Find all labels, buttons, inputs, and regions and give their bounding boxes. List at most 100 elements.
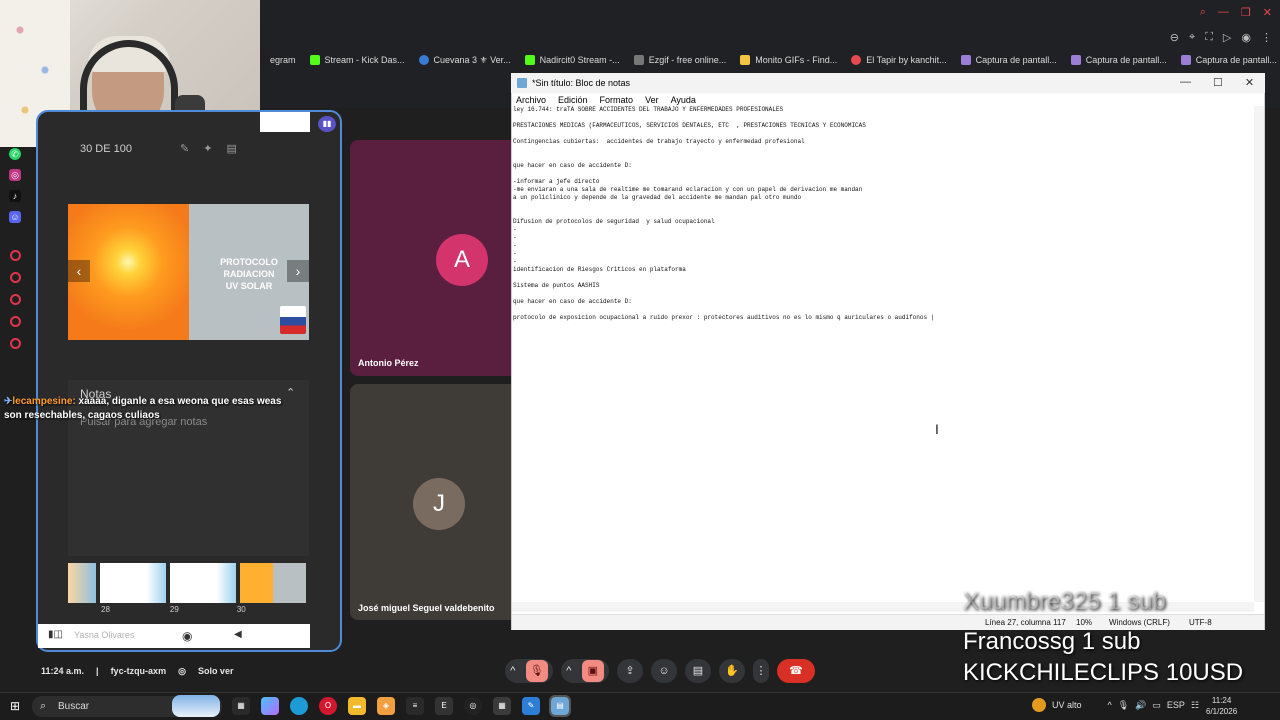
weather-icon[interactable] [1032, 698, 1046, 712]
weather-text[interactable]: UV alto [1052, 700, 1082, 710]
pin-icon[interactable]: ⌖ [1189, 31, 1195, 44]
bookmark-item[interactable]: Nadircit0 Stream -... [524, 55, 620, 65]
meet-audio-icon[interactable]: ▮▮ [318, 116, 336, 132]
text-line: Contingencias cubiertas: accidentes de t… [513, 138, 805, 145]
chevron-up-icon[interactable]: ^ [566, 659, 571, 683]
fullscreen-icon[interactable]: ⛶ [1205, 31, 1213, 44]
text-line: - [513, 226, 517, 233]
edge-icon[interactable] [290, 697, 308, 715]
browser-toolbar[interactable]: ⊖ ⌖ ⛶ ▷ ◉ ⋮ [1170, 31, 1272, 44]
mic-control[interactable]: ^ 🎙 [505, 659, 553, 683]
menu-formato[interactable]: Formato [600, 95, 634, 105]
menu-ayuda[interactable]: Ayuda [671, 95, 696, 105]
phone-status-bar [260, 112, 310, 132]
sidebar-app-icons [4, 250, 26, 349]
network-icon[interactable]: ☷ [1191, 700, 1199, 711]
play-circle-icon[interactable]: ◉ [1241, 31, 1251, 44]
bookmark-item[interactable]: Cuevana 3 ⚜ Ver... [418, 55, 511, 66]
stream-overlay: Xuumbre325 1 sub Francossg 1 sub KICKCHI… [963, 588, 1243, 688]
previous-slide-button[interactable]: ‹ [68, 260, 90, 282]
taskbar-clock[interactable]: 11:24 6/1/2026 [1206, 695, 1237, 717]
slide-preview[interactable]: PROTOCOLO RADIACION UV SOLAR [68, 204, 309, 340]
chevron-up-icon[interactable]: ^ [510, 659, 515, 683]
back-button-icon[interactable]: ◀ [234, 629, 242, 640]
close-button[interactable]: ✕ [1245, 76, 1254, 89]
maximize-button[interactable]: ☐ [1213, 76, 1223, 89]
slide-thumbnail[interactable]: 29 [170, 563, 236, 614]
mic-icon[interactable]: 🎙 [1118, 700, 1129, 711]
tiktok-icon[interactable]: ♪ [9, 190, 21, 202]
bookmark-item[interactable]: Captura de pantall... [960, 55, 1057, 65]
chevron-up-icon[interactable]: ^ [1108, 700, 1112, 710]
calendar-icon[interactable]: ▦ [493, 697, 511, 715]
text-line: a un policlinico y depende de la graveda… [513, 194, 802, 201]
menu-edicion[interactable]: Edición [558, 95, 588, 105]
bookmark-item[interactable]: Ezgif - free online... [633, 55, 726, 65]
notepad-app-icon[interactable]: ▤ [549, 695, 571, 717]
minimize-button[interactable]: — [1180, 76, 1191, 89]
steam-icon[interactable]: ◎ [464, 697, 482, 715]
paint-icon[interactable]: ✎ [522, 697, 540, 715]
camera-off-icon[interactable]: ▣ [581, 660, 604, 682]
present-screen-icon[interactable]: ⇪ [617, 659, 643, 683]
mic-off-icon[interactable]: 🎙 [525, 660, 548, 682]
bookmark-item[interactable]: egram [255, 55, 296, 65]
whatsapp-icon[interactable]: ✆ [9, 148, 21, 160]
vertical-scrollbar[interactable] [1254, 106, 1264, 602]
clock-icon[interactable] [9, 272, 21, 283]
bookmark-item[interactable]: Captura de pantall... [1180, 55, 1277, 65]
laser-icon[interactable]: ✦ [203, 143, 226, 155]
slide-thumbnail-selected[interactable]: 30 [240, 563, 306, 614]
notepad-text-area[interactable]: ley 16.744: traTA SOBRE ACCIDENTES DEL T… [513, 106, 1253, 322]
overlay-ghost-line: Xuumbre325 1 sub [963, 588, 1166, 615]
copilot-icon[interactable] [261, 697, 279, 715]
minimize-icon[interactable]: — [1218, 6, 1229, 19]
browser-window-controls[interactable]: ⌕ — ❐ ✕ [1200, 6, 1272, 19]
leave-call-button[interactable]: ☎ [777, 659, 815, 683]
play-icon[interactable]: ▷ [1223, 31, 1231, 44]
menu-archivo[interactable]: Archivo [516, 95, 546, 105]
eye-icon: ◎ [178, 666, 186, 676]
circle-icon[interactable] [9, 250, 21, 261]
present-icon[interactable]: ▤ [226, 143, 250, 155]
zoom-icon[interactable]: ⊖ [1170, 31, 1179, 44]
slide-thumbnail[interactable] [68, 563, 96, 603]
epic-icon[interactable]: E [435, 697, 453, 715]
opera-icon[interactable]: O [319, 697, 337, 715]
close-icon[interactable]: ✕ [1263, 6, 1272, 19]
slide-tools[interactable]: ✎✦▤ [180, 142, 251, 155]
app-icon[interactable]: ≡ [406, 697, 424, 715]
task-view-icon[interactable]: ▦ [232, 697, 250, 715]
home-button-icon[interactable]: ◉ [182, 629, 192, 643]
pin-icon[interactable]: ▮◫ [48, 629, 63, 640]
captions-icon[interactable]: ▤ [685, 659, 711, 683]
discord-icon[interactable]: ☺ [9, 211, 21, 223]
sync-icon[interactable] [9, 316, 21, 327]
emoji-icon[interactable]: ☺ [651, 659, 677, 683]
restore-icon[interactable]: ❐ [1241, 6, 1251, 19]
play-icon[interactable] [9, 294, 21, 305]
battery-icon[interactable]: ▭ [1152, 700, 1161, 711]
settings-icon[interactable] [9, 338, 21, 349]
bookmark-item[interactable]: Stream - Kick Das... [309, 55, 405, 65]
camera-control[interactable]: ^ ▣ [561, 659, 609, 683]
bookmark-item[interactable]: Monito GIFs - Find... [740, 55, 837, 65]
obs-icon[interactable]: ◈ [377, 697, 395, 715]
next-slide-button[interactable]: › [287, 260, 309, 282]
windows-start-icon[interactable]: ⊞ [10, 699, 20, 713]
bookmark-item[interactable]: El Tapir by kanchit... [851, 55, 947, 65]
bookmark-item[interactable]: Captura de pantall... [1070, 55, 1167, 65]
system-tray: UV alto ^ 🎙 🔊 ▭ ESP ☷ [1032, 698, 1199, 712]
text-line [513, 170, 1253, 178]
slide-thumbnail[interactable]: 28 [100, 563, 166, 614]
instagram-icon[interactable]: ◎ [9, 169, 21, 181]
more-options-icon[interactable]: ⋮ [753, 659, 769, 683]
volume-icon[interactable]: 🔊 [1135, 700, 1146, 711]
pen-icon[interactable]: ✎ [180, 143, 203, 155]
menu-ver[interactable]: Ver [645, 95, 659, 105]
more-icon[interactable]: ⋮ [1261, 31, 1272, 44]
search-icon[interactable]: ⌕ [1200, 6, 1206, 19]
raise-hand-icon[interactable]: ✋ [719, 659, 745, 683]
language-indicator[interactable]: ESP [1167, 700, 1185, 710]
file-explorer-icon[interactable]: ▬ [348, 697, 366, 715]
